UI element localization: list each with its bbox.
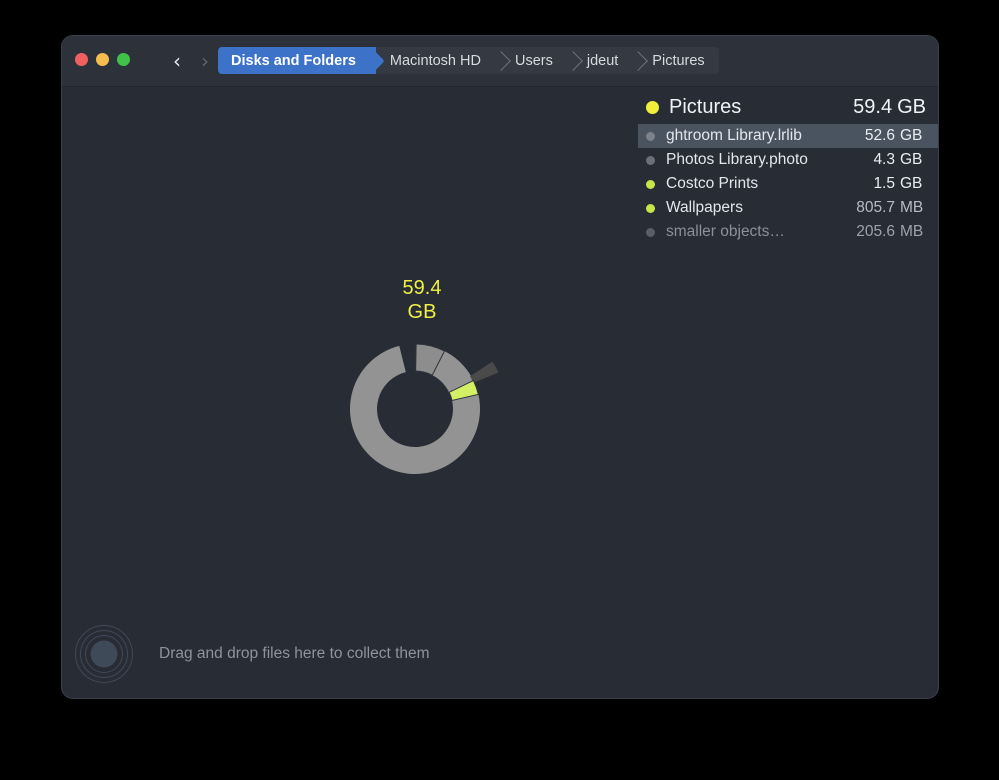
traffic-light-controls: [75, 53, 130, 66]
breadcrumb-label: jdeut: [586, 52, 619, 69]
drop-target-icon[interactable]: [75, 625, 133, 683]
list-item-lightroom-library[interactable]: ghtroom Library.lrlib 52.6 GB: [638, 124, 938, 148]
maximize-window-button[interactable]: [117, 53, 130, 66]
list-item-wallpapers[interactable]: Wallpapers 805.7 MB: [638, 196, 938, 220]
list-header-size: 59.4 GB: [853, 95, 926, 118]
list-header-name: Pictures: [669, 95, 742, 118]
back-chevron-icon[interactable]: ‹: [165, 48, 189, 74]
breadcrumb-label: Users: [514, 52, 553, 69]
minimize-window-button[interactable]: [96, 53, 109, 66]
list-header-row[interactable]: Pictures 59.4 GB: [638, 90, 938, 124]
titlebar: ‹ › Disks and Folders Macintosh HD Users: [62, 36, 938, 87]
list-item-name: smaller objects…: [666, 223, 785, 240]
list-item-name: Photos Library.photo: [666, 151, 808, 168]
color-swatch-icon: [646, 227, 655, 237]
breadcrumb-item-macintosh-hd[interactable]: Macintosh HD: [375, 47, 511, 74]
color-swatch-icon: [646, 100, 659, 114]
list-item-size: 4.3 GB: [873, 151, 923, 168]
list-item-smaller-objects[interactable]: smaller objects… 205.6 MB: [638, 220, 938, 244]
color-swatch-icon: [646, 203, 655, 213]
donut-svg: [350, 343, 499, 475]
list-item-size: 1.5 GB: [873, 175, 923, 192]
breadcrumb-label: Macintosh HD: [389, 52, 481, 69]
donut-slice[interactable]: [350, 345, 480, 475]
file-size-list: Pictures 59.4 GB ghtroom Library.lrlib 52…: [638, 86, 938, 244]
drop-zone-label: Drag and drop files here to collect them: [159, 645, 430, 662]
breadcrumb-label: Disks and Folders: [231, 52, 356, 69]
breadcrumb: Disks and Folders Macintosh HD Users jde…: [218, 47, 719, 74]
breadcrumb-item-pictures[interactable]: Pictures: [638, 47, 719, 74]
navigation-arrows: ‹ ›: [165, 48, 217, 74]
color-swatch-icon: [646, 131, 655, 141]
list-item-size: 205.6 MB: [856, 223, 924, 240]
screen: ‹ › Disks and Folders Macintosh HD Users: [0, 0, 999, 780]
forward-chevron-icon[interactable]: ›: [193, 48, 217, 74]
breadcrumb-item-users[interactable]: Users: [500, 47, 583, 74]
list-item-photos-library[interactable]: Photos Library.photo 4.3 GB: [638, 148, 938, 172]
breadcrumb-item-disks-and-folders[interactable]: Disks and Folders: [218, 47, 385, 74]
color-swatch-icon: [646, 179, 655, 189]
breadcrumb-label: Pictures: [652, 52, 705, 69]
list-item-costco-prints[interactable]: Costco Prints 1.5 GB: [638, 172, 938, 196]
disk-usage-donut-chart[interactable]: 59.4 GB: [272, 276, 572, 556]
list-item-size: 805.7 MB: [856, 199, 924, 216]
app-window: ‹ › Disks and Folders Macintosh HD Users: [62, 36, 938, 698]
list-item-size: 52.6 GB: [864, 127, 923, 144]
color-swatch-icon: [646, 155, 655, 165]
list-item-name: Wallpapers: [666, 199, 743, 216]
concentric-ring-core: [90, 640, 118, 668]
donut-slice[interactable]: [469, 361, 499, 383]
list-item-name: ghtroom Library.lrlib: [666, 127, 802, 144]
list-item-name: Costco Prints: [666, 175, 759, 192]
drop-zone[interactable]: Drag and drop files here to collect them: [75, 624, 430, 684]
close-window-button[interactable]: [75, 53, 88, 66]
